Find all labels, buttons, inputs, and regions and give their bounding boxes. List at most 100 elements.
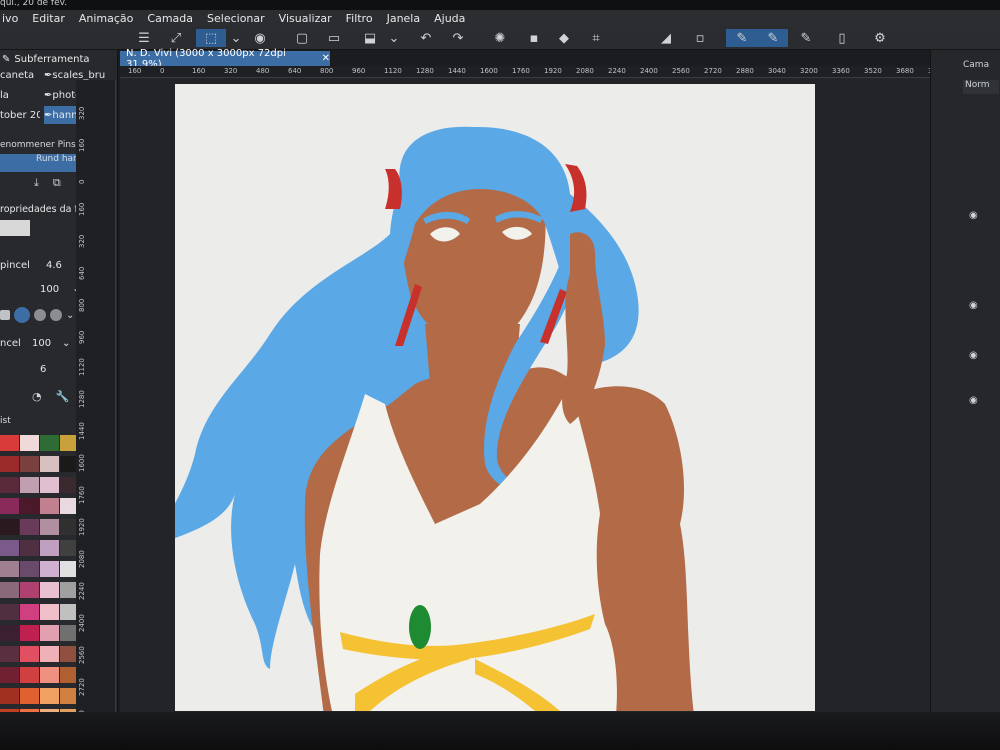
menu-animation[interactable]: Animação: [79, 12, 134, 25]
palette-swatch[interactable]: [20, 561, 39, 578]
blend-mode-select[interactable]: Norm: [963, 80, 999, 94]
wrench-icon[interactable]: 🔧: [56, 390, 70, 403]
menu-window[interactable]: Janela: [387, 12, 421, 25]
palette-swatch[interactable]: [0, 687, 19, 704]
menu-layer[interactable]: Camada: [147, 12, 193, 25]
palette-swatch[interactable]: [40, 582, 59, 599]
brush-size-value[interactable]: 4.6: [46, 260, 62, 271]
eraser-icon[interactable]: ▫: [690, 29, 710, 47]
palette-swatch[interactable]: [20, 624, 39, 641]
tip-round-icon[interactable]: [14, 307, 30, 323]
palette-swatch[interactable]: [40, 645, 59, 662]
palette-swatch[interactable]: [20, 666, 39, 683]
palette-swatch[interactable]: [20, 477, 39, 494]
palette-swatch[interactable]: [40, 477, 59, 494]
undo-icon[interactable]: ↶: [416, 29, 436, 47]
close-icon[interactable]: ✕: [322, 53, 330, 64]
palette-swatch[interactable]: [20, 519, 39, 536]
ruler-tick-label: 800: [320, 67, 334, 75]
subtool-group-item[interactable]: la: [0, 86, 40, 104]
ruler-tick-label: 3200: [800, 67, 818, 75]
palette-swatch[interactable]: [0, 456, 19, 473]
chevron-down-icon[interactable]: ⌄: [384, 29, 404, 47]
palette-swatch[interactable]: [0, 645, 19, 662]
palette-swatch[interactable]: [0, 435, 19, 451]
palette-swatch[interactable]: [20, 687, 39, 704]
palette-swatch[interactable]: [20, 582, 39, 599]
palette-swatch[interactable]: [40, 687, 59, 704]
download-icon[interactable]: ⤓: [34, 176, 39, 190]
palette-swatch[interactable]: [40, 561, 59, 578]
chevron-down-icon[interactable]: ⌄: [226, 29, 246, 47]
redo-icon[interactable]: ↷: [448, 29, 468, 47]
chevron-down-icon[interactable]: ⌄: [66, 310, 74, 321]
menu-filter[interactable]: Filtro: [346, 12, 373, 25]
loading-icon[interactable]: ✺: [490, 29, 510, 47]
palette-swatch[interactable]: [0, 603, 19, 620]
eraser-icon[interactable]: ◢: [656, 29, 676, 47]
transform-icon[interactable]: ⬚: [196, 29, 226, 47]
palette-swatch[interactable]: [0, 519, 19, 536]
eye-icon[interactable]: ◉: [969, 210, 978, 221]
palette-swatch[interactable]: [20, 603, 39, 620]
eye-icon[interactable]: ◉: [969, 395, 978, 406]
menu-icon[interactable]: ☰: [134, 29, 154, 47]
menu-select[interactable]: Selecionar: [207, 12, 265, 25]
palette-swatch[interactable]: [0, 540, 19, 557]
palette-swatch[interactable]: [40, 498, 59, 515]
settings-icon[interactable]: ⚙: [870, 29, 890, 47]
palette-swatch[interactable]: [40, 603, 59, 620]
palette-swatch[interactable]: [40, 456, 59, 473]
density-value[interactable]: 100: [32, 338, 51, 349]
opacity-value[interactable]: 100: [40, 284, 59, 295]
pen-icon[interactable]: ✎: [758, 29, 788, 47]
palette-swatch[interactable]: [20, 435, 39, 451]
palette-swatch[interactable]: [40, 519, 59, 536]
palette-swatch[interactable]: [0, 624, 19, 641]
subtool-group-item[interactable]: caneta: [0, 66, 40, 84]
menu-file[interactable]: ivo: [2, 12, 18, 25]
palette-swatch[interactable]: [0, 561, 19, 578]
timer-icon[interactable]: ◔: [32, 390, 42, 403]
stabilization-value[interactable]: 6: [40, 364, 46, 375]
menu-view[interactable]: Visualizar: [279, 12, 332, 25]
resize-icon[interactable]: ⤢: [166, 29, 186, 47]
view-icon[interactable]: ◉: [250, 29, 270, 47]
fill-icon[interactable]: ◆: [554, 29, 574, 47]
palette-swatch[interactable]: [20, 498, 39, 515]
pen-icon[interactable]: ✎: [726, 29, 758, 47]
eye-icon[interactable]: ◉: [969, 350, 978, 361]
clear-icon[interactable]: ▪: [524, 29, 544, 47]
tip-soft-icon[interactable]: [34, 309, 46, 321]
palette-swatch[interactable]: [20, 540, 39, 557]
document-tab[interactable]: N. D. Vivi (3000 x 3000px 72dpi 31.9%) ✕: [120, 48, 330, 70]
tablet-icon[interactable]: ▯: [832, 29, 852, 47]
brush-size-label: pincel: [0, 259, 30, 271]
menu-edit[interactable]: Editar: [32, 12, 65, 25]
palette-swatch[interactable]: [0, 582, 19, 599]
palette-swatch[interactable]: [40, 624, 59, 641]
eye-icon[interactable]: ◉: [969, 300, 978, 311]
new-file-icon[interactable]: ▢: [292, 29, 312, 47]
subtool-group-label: la: [0, 89, 9, 101]
copy-icon[interactable]: ⧉: [53, 176, 61, 190]
palette-swatch[interactable]: [40, 666, 59, 683]
tip-shape-icon[interactable]: [0, 310, 10, 320]
open-folder-icon[interactable]: ▭: [324, 29, 344, 47]
palette-swatch[interactable]: [40, 540, 59, 557]
crop-icon[interactable]: ⌗: [586, 29, 606, 47]
palette-swatch[interactable]: [0, 666, 19, 683]
palette-swatch[interactable]: [20, 456, 39, 473]
palette-swatch[interactable]: [40, 435, 59, 451]
save-icon[interactable]: ⬓: [360, 29, 380, 47]
tip-soft-icon[interactable]: [50, 309, 62, 321]
drawing-canvas[interactable]: [175, 84, 815, 711]
color-palette: [0, 435, 79, 750]
density-dropdown-icon[interactable]: ⌄: [62, 338, 70, 349]
subtool-group-item[interactable]: tober 20: [0, 106, 40, 124]
palette-swatch[interactable]: [0, 498, 19, 515]
palette-swatch[interactable]: [0, 477, 19, 494]
menu-help[interactable]: Ajuda: [434, 12, 465, 25]
pen-icon[interactable]: ✎: [796, 29, 816, 47]
palette-swatch[interactable]: [20, 645, 39, 662]
